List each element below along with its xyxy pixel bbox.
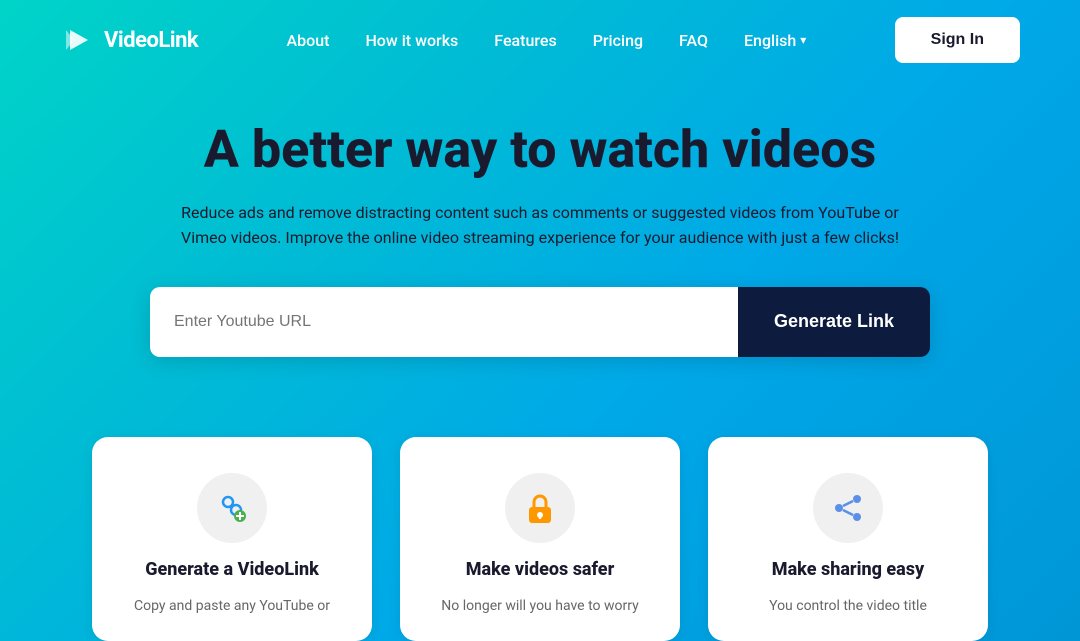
nav-pricing[interactable]: Pricing — [593, 31, 643, 50]
brand-name: VideoLink — [104, 28, 198, 53]
navbar: VideoLink About How it works Features Pr… — [0, 0, 1080, 80]
sign-in-button[interactable]: Sign In — [895, 17, 1020, 63]
chevron-down-icon: ▾ — [800, 33, 806, 47]
feature-desc-safer: No longer will you have to worry — [441, 596, 638, 617]
generate-link-button[interactable]: Generate Link — [738, 287, 930, 357]
navbar-links: About How it works Features Pricing FAQ … — [287, 31, 807, 50]
logo-icon — [60, 22, 96, 58]
url-input-group: Generate Link — [150, 287, 930, 357]
feature-card-sharing: Make sharing easy You control the video … — [708, 437, 988, 641]
nav-features[interactable]: Features — [494, 31, 556, 50]
nav-about[interactable]: About — [287, 31, 330, 50]
feature-icon-lock — [505, 473, 575, 543]
feature-title-sharing: Make sharing easy — [772, 559, 924, 580]
youtube-url-input[interactable] — [150, 287, 738, 357]
feature-desc-sharing: You control the video title — [769, 596, 927, 617]
hero-title: A better way to watch videos — [204, 120, 876, 180]
feature-card-safer: Make videos safer No longer will you hav… — [400, 437, 680, 641]
feature-card-generate: Generate a VideoLink Copy and paste any … — [92, 437, 372, 641]
nav-faq[interactable]: FAQ — [679, 31, 708, 50]
feature-icon-link — [197, 473, 267, 543]
navbar-logo-group: VideoLink — [60, 22, 198, 58]
feature-title-safer: Make videos safer — [466, 559, 615, 580]
language-label: English — [744, 31, 796, 50]
nav-how-it-works[interactable]: How it works — [365, 31, 458, 50]
feature-desc-generate: Copy and paste any YouTube or — [134, 596, 330, 617]
hero-subtitle: Reduce ads and remove distracting conten… — [180, 200, 900, 251]
feature-icon-share — [813, 473, 883, 543]
feature-title-generate: Generate a VideoLink — [145, 559, 319, 580]
features-section: Generate a VideoLink Copy and paste any … — [0, 437, 1080, 641]
language-selector[interactable]: English ▾ — [744, 31, 806, 50]
hero-section: VideoLink About How it works Features Pr… — [0, 0, 1080, 641]
navbar-actions: Sign In — [895, 17, 1020, 63]
hero-content: A better way to watch videos Reduce ads … — [0, 80, 1080, 437]
